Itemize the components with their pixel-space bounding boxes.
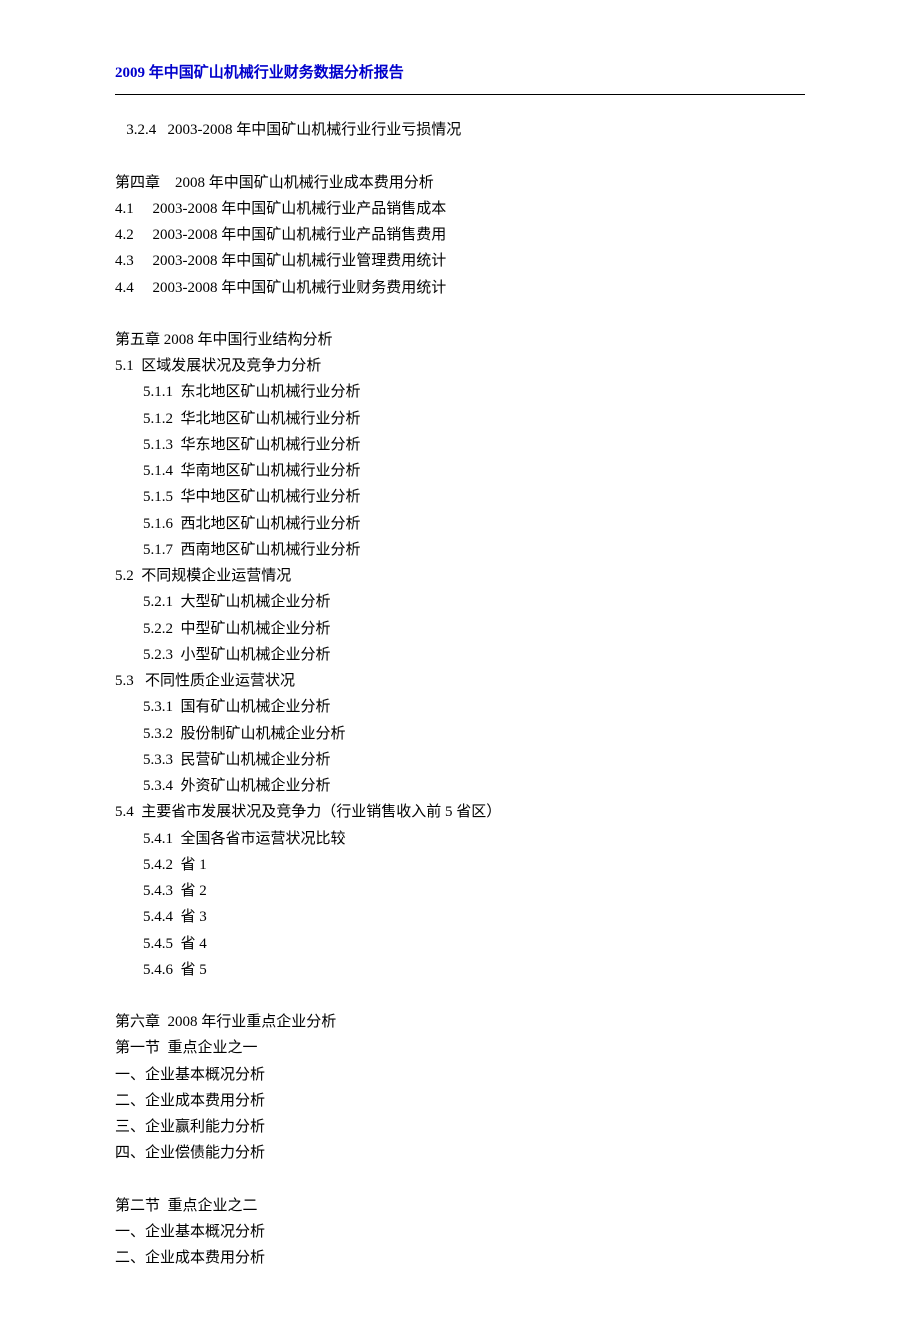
toc-line: 二、企业成本费用分析 — [115, 1088, 805, 1114]
toc-line: 5.2 不同规模企业运营情况 — [115, 563, 805, 589]
blank-line — [115, 301, 805, 327]
toc-line: 5.1.3 华东地区矿山机械行业分析 — [115, 432, 805, 458]
toc-line: 第四章 2008 年中国矿山机械行业成本费用分析 — [115, 170, 805, 196]
toc-line: 5.1.2 华北地区矿山机械行业分析 — [115, 406, 805, 432]
toc-line: 三、企业赢利能力分析 — [115, 1114, 805, 1140]
toc-line: 5.4.6 省 5 — [115, 957, 805, 983]
blank-line — [115, 983, 805, 1009]
toc-line: 5.1.4 华南地区矿山机械行业分析 — [115, 458, 805, 484]
document-header: 2009 年中国矿山机械行业财务数据分析报告 — [115, 60, 805, 95]
toc-line: 5.4 主要省市发展状况及竞争力（行业销售收入前 5 省区） — [115, 799, 805, 825]
toc-line: 5.1.6 西北地区矿山机械行业分析 — [115, 511, 805, 537]
toc-line: 二、企业成本费用分析 — [115, 1245, 805, 1271]
toc-line: 5.4.3 省 2 — [115, 878, 805, 904]
toc-line: 5.1.1 东北地区矿山机械行业分析 — [115, 379, 805, 405]
blank-line — [115, 144, 805, 170]
toc-line: 3.2.4 2003-2008 年中国矿山机械行业行业亏损情况 — [115, 117, 805, 143]
toc-line: 5.2.1 大型矿山机械企业分析 — [115, 589, 805, 615]
toc-line: 第五章 2008 年中国行业结构分析 — [115, 327, 805, 353]
toc-line: 5.3 不同性质企业运营状况 — [115, 668, 805, 694]
toc-line: 4.2 2003-2008 年中国矿山机械行业产品销售费用 — [115, 222, 805, 248]
toc-line: 5.3.1 国有矿山机械企业分析 — [115, 694, 805, 720]
toc-line: 4.3 2003-2008 年中国矿山机械行业管理费用统计 — [115, 248, 805, 274]
toc-line: 5.1 区域发展状况及竞争力分析 — [115, 353, 805, 379]
toc-line: 四、企业偿债能力分析 — [115, 1140, 805, 1166]
document-body: 3.2.4 2003-2008 年中国矿山机械行业行业亏损情况第四章 2008 … — [115, 117, 805, 1271]
toc-line: 5.4.5 省 4 — [115, 931, 805, 957]
toc-line: 5.1.5 华中地区矿山机械行业分析 — [115, 484, 805, 510]
toc-line: 第一节 重点企业之一 — [115, 1035, 805, 1061]
toc-line: 5.4.4 省 3 — [115, 904, 805, 930]
toc-line: 第六章 2008 年行业重点企业分析 — [115, 1009, 805, 1035]
toc-line: 5.3.3 民营矿山机械企业分析 — [115, 747, 805, 773]
toc-line: 5.1.7 西南地区矿山机械行业分析 — [115, 537, 805, 563]
toc-line: 4.4 2003-2008 年中国矿山机械行业财务费用统计 — [115, 275, 805, 301]
toc-line: 一、企业基本概况分析 — [115, 1219, 805, 1245]
toc-line: 5.2.2 中型矿山机械企业分析 — [115, 616, 805, 642]
toc-line: 第二节 重点企业之二 — [115, 1193, 805, 1219]
toc-line: 5.2.3 小型矿山机械企业分析 — [115, 642, 805, 668]
toc-line: 5.3.4 外资矿山机械企业分析 — [115, 773, 805, 799]
toc-line: 5.4.2 省 1 — [115, 852, 805, 878]
toc-line: 5.4.1 全国各省市运营状况比较 — [115, 826, 805, 852]
toc-line: 5.3.2 股份制矿山机械企业分析 — [115, 721, 805, 747]
toc-line: 一、企业基本概况分析 — [115, 1062, 805, 1088]
toc-line: 4.1 2003-2008 年中国矿山机械行业产品销售成本 — [115, 196, 805, 222]
blank-line — [115, 1167, 805, 1193]
